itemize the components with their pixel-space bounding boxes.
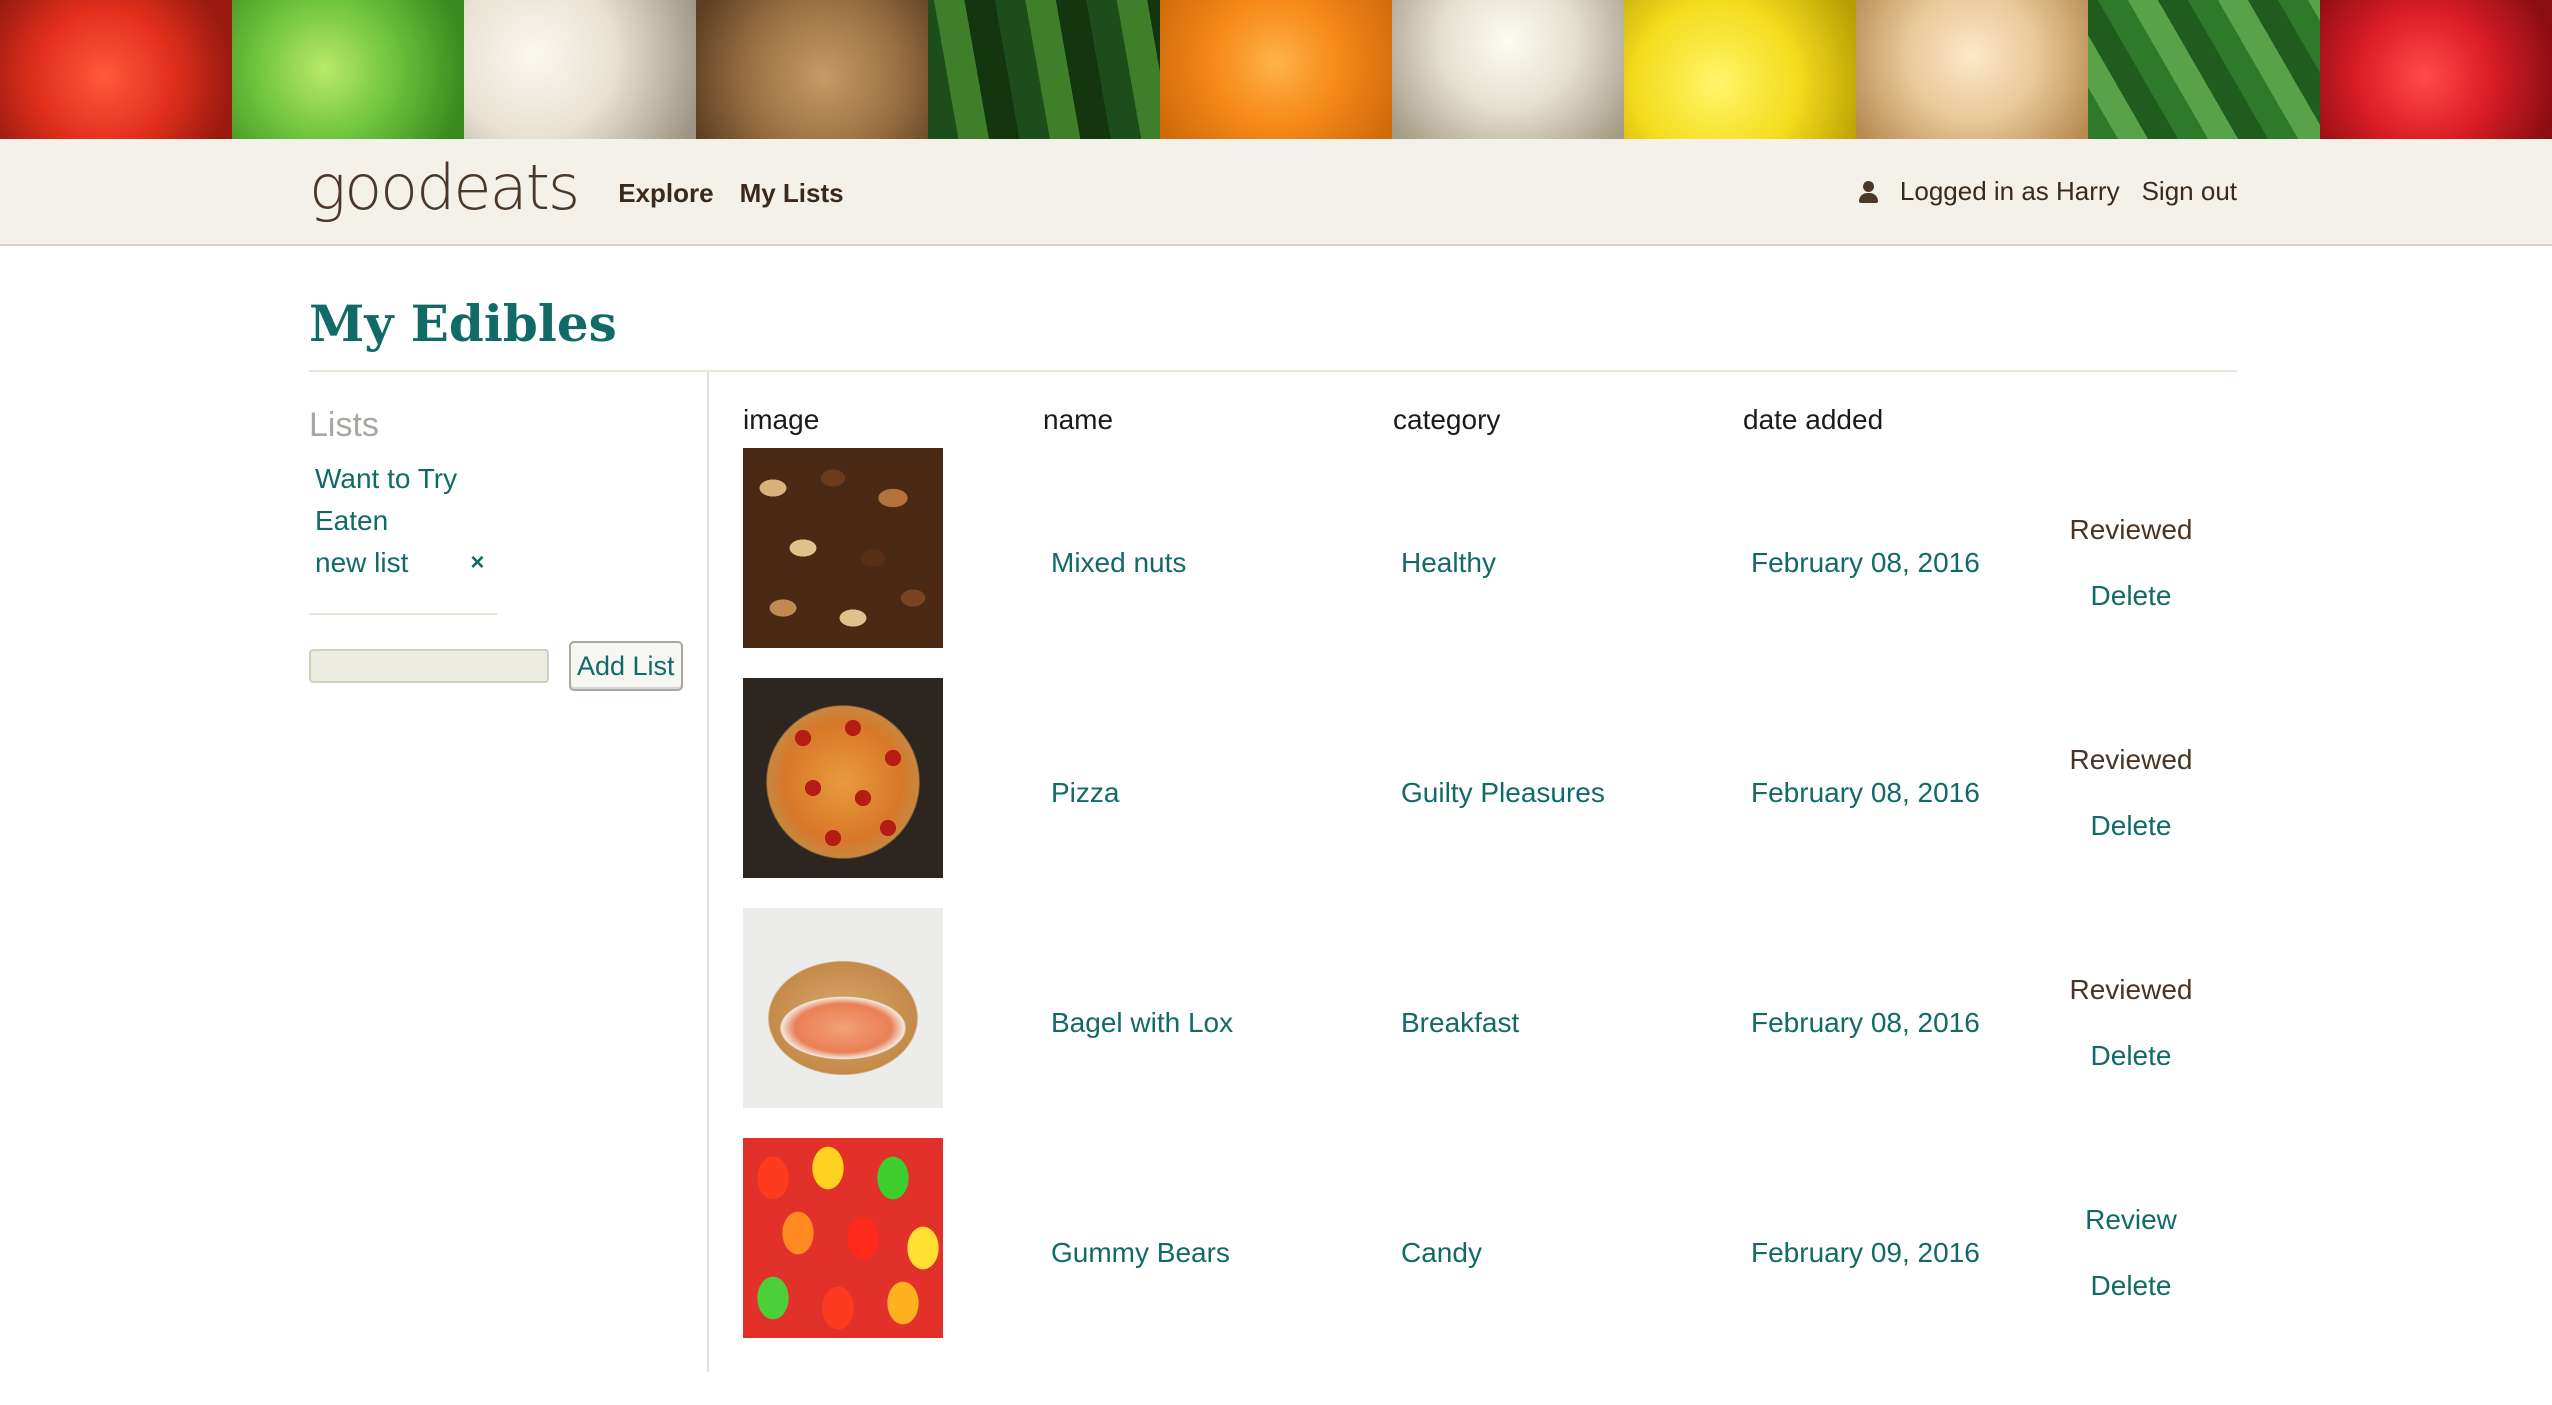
pizza-image[interactable] [743, 678, 943, 878]
header-category: category [1393, 404, 1501, 435]
banner-green-beans-image [2088, 0, 2320, 139]
food-name-link[interactable]: Gummy Bears [1043, 1138, 1393, 1368]
header-date-added: date added [1743, 404, 1884, 435]
date-added-link[interactable]: February 08, 2016 [1743, 908, 2031, 1138]
header-image: image [743, 404, 820, 435]
banner-cucumber-image [928, 0, 1160, 139]
banner-onion-image [1856, 0, 2088, 139]
row-actions: Reviewed Delete [2031, 908, 2231, 1138]
add-list-form: Add List [309, 641, 707, 691]
date-added-link[interactable]: February 09, 2016 [1743, 1138, 2031, 1368]
lists-heading: Lists [309, 406, 379, 444]
main-content: My Edibles Lists Want to Try Eaten new l… [309, 246, 2237, 1372]
category-link[interactable]: Guilty Pleasures [1393, 678, 1743, 908]
food-name-link[interactable]: Bagel with Lox [1043, 908, 1393, 1138]
page-title: My Edibles [309, 294, 617, 353]
remove-list-icon[interactable]: × [470, 549, 484, 577]
delete-link[interactable]: Delete [2091, 810, 2172, 842]
list-label[interactable]: Eaten [315, 505, 388, 537]
date-added-link[interactable]: February 08, 2016 [1743, 448, 2031, 678]
nav-explore[interactable]: Explore [618, 178, 713, 209]
top-navbar: goodeats Explore My Lists Logged in as H… [0, 139, 2552, 246]
lists-sidebar: Lists Want to Try Eaten new list × Add L… [309, 372, 709, 1372]
user-area: Logged in as Harry Sign out [1858, 176, 2237, 207]
date-added-link[interactable]: February 08, 2016 [1743, 678, 2031, 908]
table-row: Gummy Bears Candy February 09, 2016 Revi… [743, 1138, 2237, 1368]
gummy-bears-image[interactable] [743, 1138, 943, 1338]
sidebar-divider [309, 613, 497, 615]
row-actions: Reviewed Delete [2031, 678, 2231, 908]
reviewed-status: Reviewed [2069, 744, 2193, 775]
header-name: name [1043, 404, 1114, 435]
list-eaten[interactable]: Eaten [315, 505, 707, 537]
banner-tomato-image [0, 0, 232, 139]
list-label[interactable]: Want to Try [315, 463, 457, 495]
review-link[interactable]: Review [2085, 1204, 2177, 1236]
reviewed-status: Reviewed [2069, 514, 2193, 545]
table-row: Pizza Guilty Pleasures February 08, 2016… [743, 678, 2237, 908]
table-row: Mixed nuts Healthy February 08, 2016 Rev… [743, 448, 2237, 678]
banner-apple-image [232, 0, 464, 139]
row-actions: Review Delete [2031, 1138, 2231, 1368]
category-link[interactable]: Healthy [1393, 448, 1743, 678]
category-link[interactable]: Breakfast [1393, 908, 1743, 1138]
food-name-link[interactable]: Pizza [1043, 678, 1393, 908]
list-want-to-try[interactable]: Want to Try [315, 463, 707, 495]
table-header: image name category date added [743, 372, 2237, 448]
banner-garlic-image [1392, 0, 1624, 139]
delete-link[interactable]: Delete [2091, 580, 2172, 612]
banner-potato-image [696, 0, 928, 139]
add-list-button[interactable]: Add List [569, 641, 683, 691]
table-row: Bagel with Lox Breakfast February 08, 20… [743, 908, 2237, 1138]
list-label[interactable]: new list [315, 547, 408, 579]
banner-orange-image [1160, 0, 1392, 139]
banner-lemon-image [1624, 0, 1856, 139]
food-name-link[interactable]: Mixed nuts [1043, 448, 1393, 678]
banner-mushroom-image [464, 0, 696, 139]
nav-my-lists[interactable]: My Lists [740, 178, 844, 209]
delete-link[interactable]: Delete [2091, 1040, 2172, 1072]
user-icon [1858, 180, 1878, 203]
reviewed-status: Reviewed [2069, 974, 2193, 1005]
category-link[interactable]: Candy [1393, 1138, 1743, 1368]
sign-out-link[interactable]: Sign out [2142, 176, 2237, 207]
delete-link[interactable]: Delete [2091, 1270, 2172, 1302]
mixed-nuts-image[interactable] [743, 448, 943, 648]
bagel-with-lox-image[interactable] [743, 908, 943, 1108]
edibles-table: image name category date added Mixed nut… [709, 372, 2237, 1372]
row-actions: Reviewed Delete [2031, 448, 2231, 678]
logged-in-text: Logged in as Harry [1899, 176, 2120, 206]
produce-banner [0, 0, 2552, 139]
banner-strawberry-image [2320, 0, 2552, 139]
list-new-list[interactable]: new list × [315, 547, 707, 579]
new-list-input[interactable] [309, 649, 549, 683]
goodeats-logo[interactable]: goodeats [309, 151, 580, 224]
